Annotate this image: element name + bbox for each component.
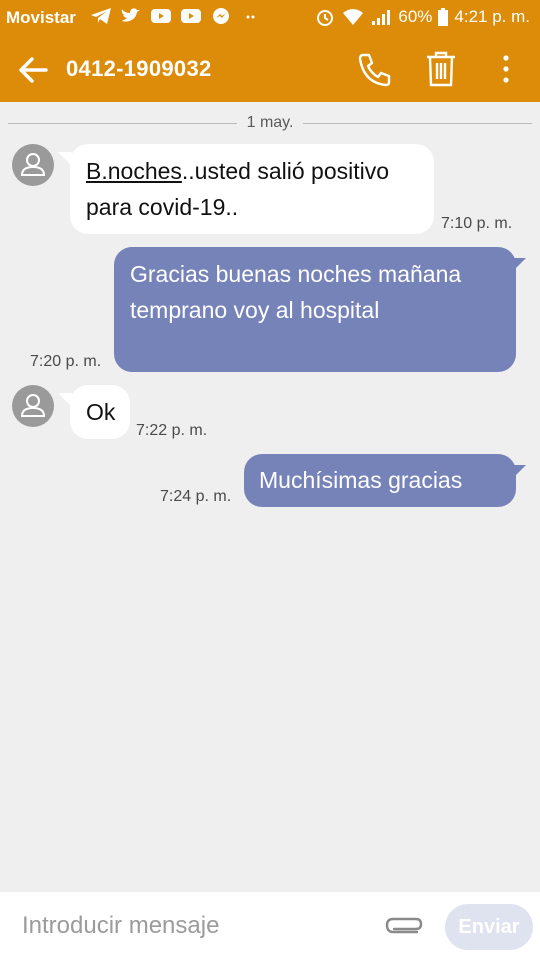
divider-line — [8, 122, 237, 124]
app-bar: 0412-1909032 — [0, 36, 540, 102]
person-icon — [20, 394, 46, 417]
bubble-tail — [512, 465, 526, 479]
back-arrow-icon[interactable] — [16, 53, 50, 87]
more-notifications-icon — [246, 15, 255, 19]
phone-icon[interactable] — [356, 50, 394, 88]
messenger-icon — [213, 8, 229, 24]
notification-icons — [90, 7, 262, 25]
contact-title: 0412-1909032 — [66, 56, 212, 81]
message-text: Ok — [86, 399, 116, 425]
message-time: 7:20 p. m. — [30, 353, 102, 370]
alarm-icon — [317, 10, 334, 26]
bubble-tail — [512, 258, 526, 272]
status-bar: Movistar 60% 4:21 p. m. — [0, 0, 540, 36]
carrier-name: Movistar — [6, 8, 76, 27]
message-bubble-incoming[interactable]: B.noches..usted salió positivo para covi… — [70, 144, 434, 234]
contact-avatar[interactable] — [12, 385, 54, 427]
message-bubble-outgoing[interactable]: Muchísimas gracias — [244, 454, 516, 507]
send-button[interactable]: Enviar — [445, 904, 533, 950]
youtube-icon — [151, 9, 171, 23]
youtube-icon — [181, 9, 201, 23]
signal-icon — [372, 10, 391, 25]
battery-percent: 60% — [398, 7, 433, 26]
contact-avatar[interactable] — [12, 144, 54, 186]
message-link[interactable]: B.noches — [86, 158, 182, 184]
message-time: 7:24 p. m. — [160, 488, 232, 505]
more-options-icon[interactable] — [494, 50, 518, 88]
date-divider: 1 may. — [8, 113, 533, 133]
message-bubble-outgoing[interactable]: Gracias buenas noches mañana temprano vo… — [114, 247, 516, 372]
wifi-icon — [343, 9, 364, 25]
telegram-icon — [91, 8, 111, 24]
message-time: 7:22 p. m. — [136, 422, 208, 439]
delete-icon[interactable] — [424, 50, 458, 88]
message-text: Muchísimas gracias — [259, 467, 463, 493]
twitter-icon — [121, 8, 140, 22]
person-icon — [20, 153, 46, 176]
clock: 4:21 p. m. — [454, 7, 530, 26]
message-bubble-incoming[interactable]: Ok — [70, 385, 130, 439]
message-time: 7:10 p. m. — [441, 215, 513, 232]
message-input[interactable]: Introducir mensaje — [22, 912, 219, 940]
battery-icon — [438, 8, 449, 26]
attachment-icon[interactable] — [384, 912, 426, 938]
message-text: Gracias buenas noches mañana temprano vo… — [130, 261, 462, 323]
status-right: 60% 4:21 p. m. — [314, 7, 530, 27]
divider-line — [303, 122, 533, 124]
date-label: 1 may. — [246, 114, 294, 131]
